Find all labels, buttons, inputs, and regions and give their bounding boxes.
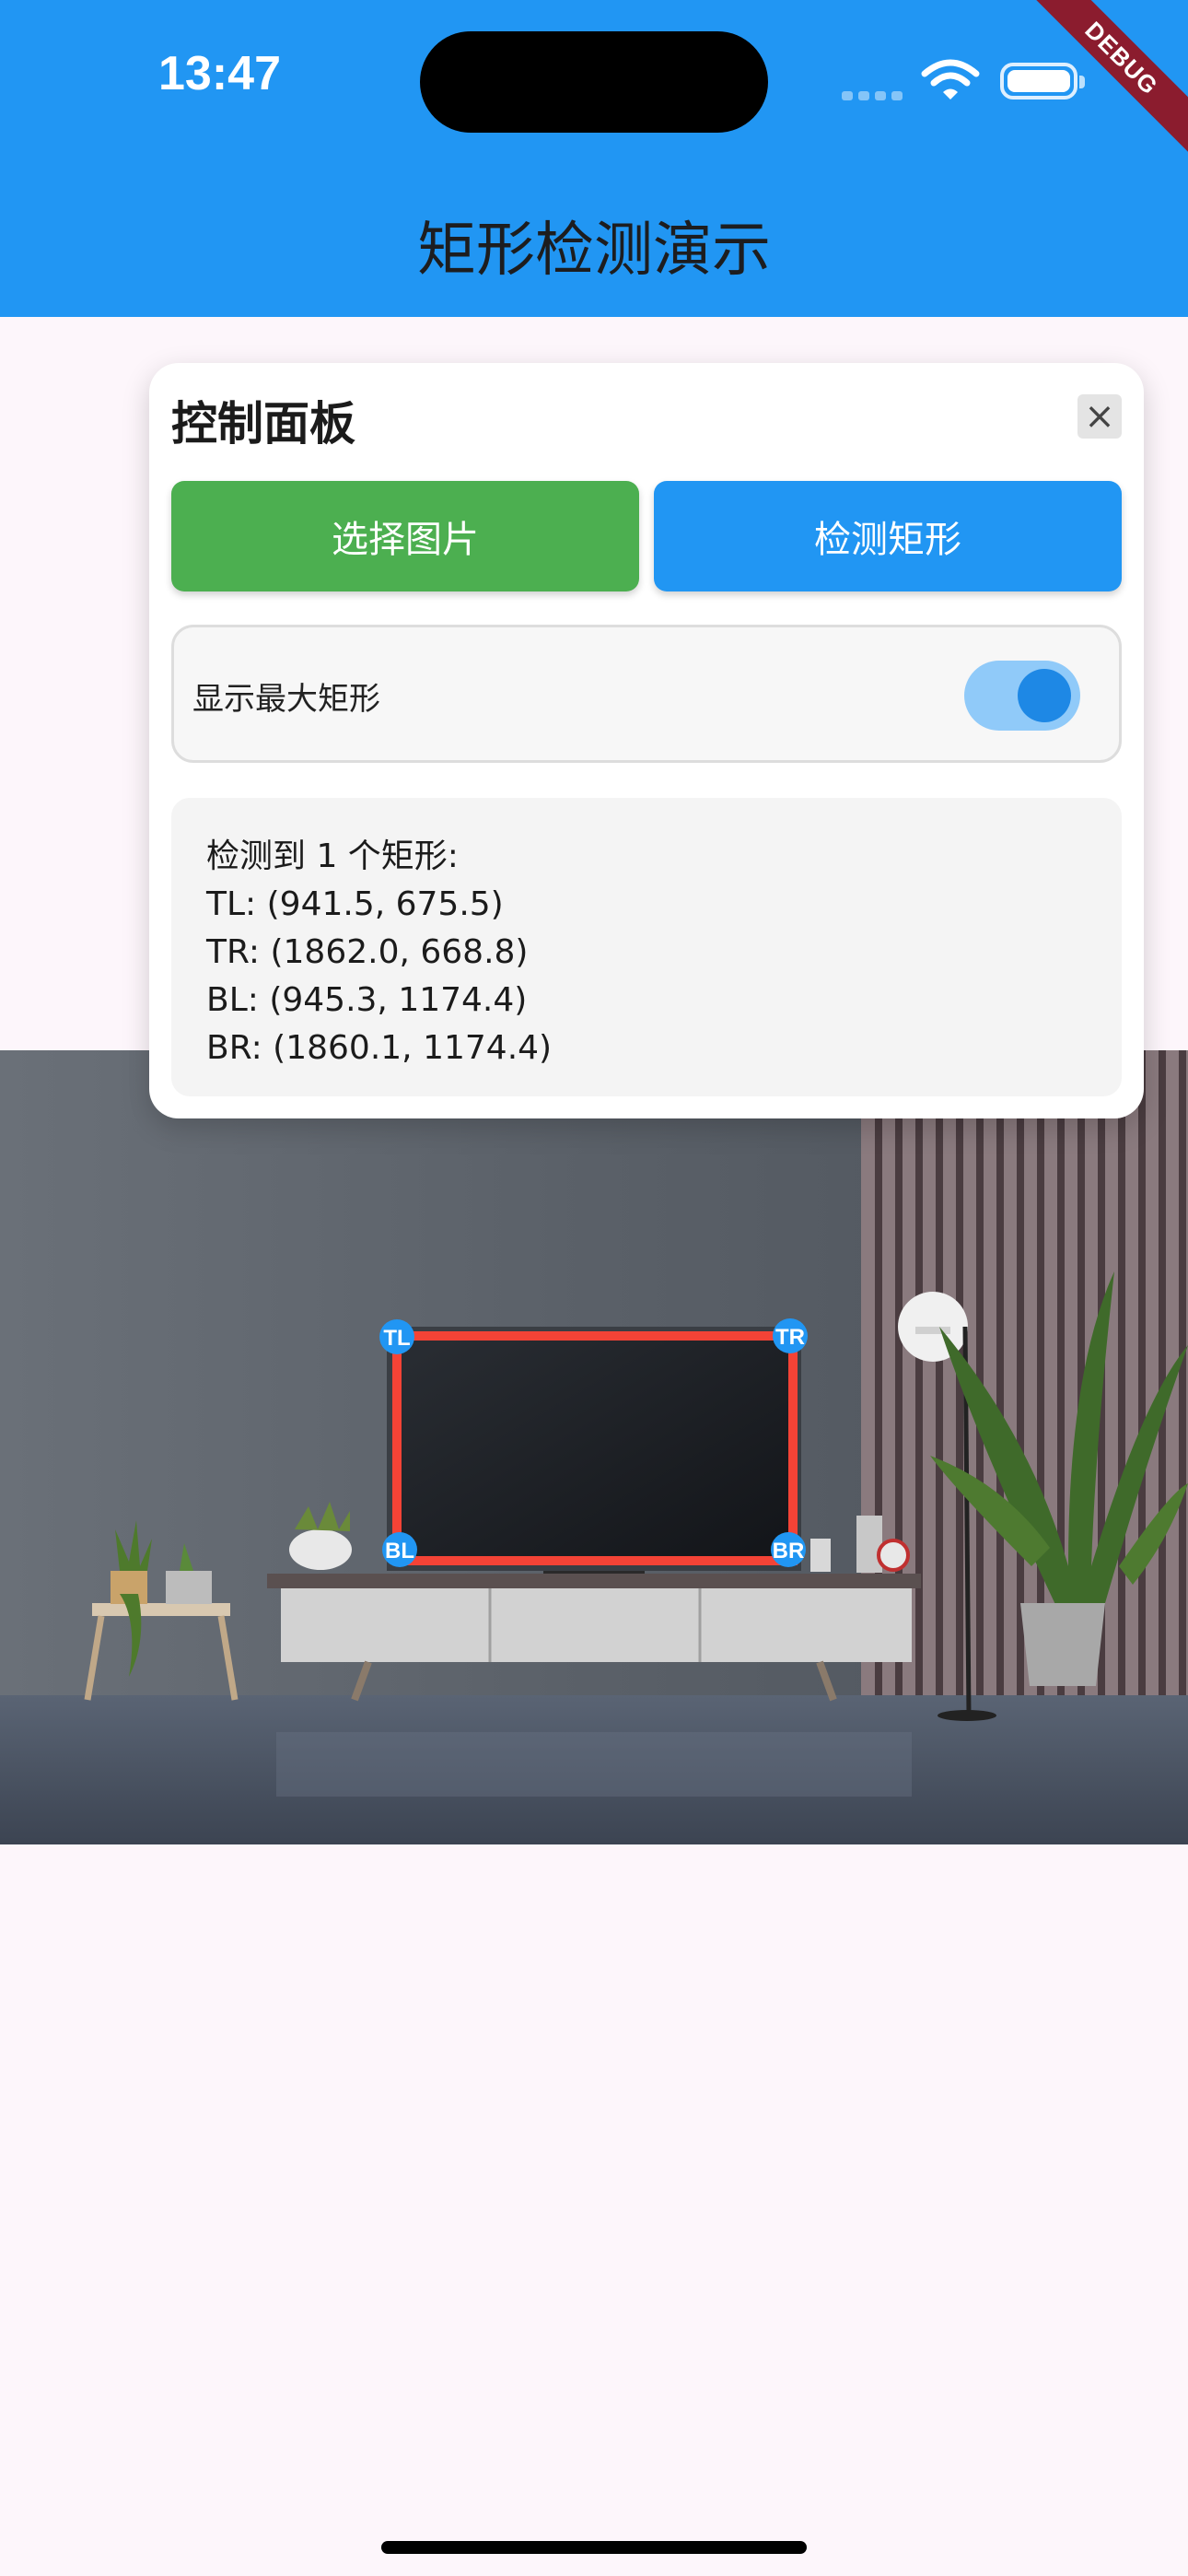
control-panel: 控制面板 × 选择图片 检测矩形 显示最大矩形 检测到 1 个矩形: TL: (… — [149, 363, 1144, 1118]
detect-rectangle-button[interactable]: 检测矩形 — [654, 481, 1122, 591]
svg-text:BR: BR — [773, 1539, 805, 1563]
result-line-tr: TR: (1862.0, 668.8) — [206, 933, 529, 971]
show-largest-rect-label: 显示最大矩形 — [192, 681, 380, 718]
corner-br: BR — [771, 1532, 806, 1567]
page-title: 矩形检测演示 — [417, 217, 771, 285]
result-summary: 检测到 1 个矩形: — [206, 837, 459, 875]
cellular-signal-icon — [842, 87, 908, 104]
debug-banner: DEBUG — [1022, 0, 1188, 166]
corner-markers: TL TR BL BR — [379, 1318, 808, 1567]
svg-text:TL: TL — [383, 1326, 410, 1351]
close-icon: × — [1084, 395, 1115, 438]
show-largest-rect-row: 显示最大矩形 — [171, 625, 1122, 763]
wifi-icon — [921, 59, 980, 100]
switch-knob — [1018, 669, 1071, 722]
panel-title: 控制面板 — [171, 397, 355, 451]
result-line-tl: TL: (941.5, 675.5) — [206, 885, 504, 923]
svg-text:BL: BL — [385, 1539, 414, 1563]
status-time: 13:47 — [158, 47, 281, 100]
result-line-bl: BL: (945.3, 1174.4) — [206, 981, 528, 1019]
result-line-br: BR: (1860.1, 1174.4) — [206, 1029, 553, 1067]
dynamic-island — [420, 31, 768, 133]
corner-tl: TL — [379, 1319, 414, 1354]
show-largest-rect-switch[interactable] — [964, 661, 1080, 731]
corner-tr: TR — [773, 1318, 808, 1353]
corner-bl: BL — [382, 1532, 417, 1567]
svg-text:TR: TR — [775, 1325, 805, 1350]
close-button[interactable]: × — [1077, 394, 1122, 439]
home-indicator[interactable] — [381, 2541, 807, 2554]
select-image-button[interactable]: 选择图片 — [171, 481, 639, 591]
detection-result: 检测到 1 个矩形: TL: (941.5, 675.5) TR: (1862.… — [171, 798, 1122, 1096]
